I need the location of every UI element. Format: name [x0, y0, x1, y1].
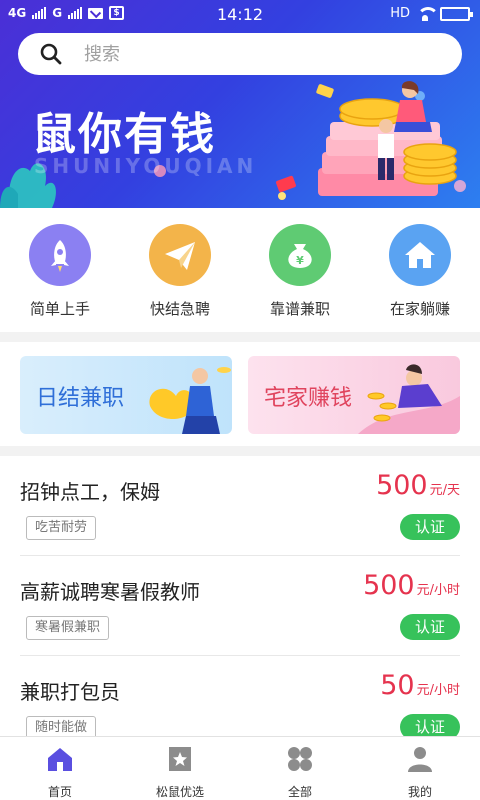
list-item[interactable]: 招钟点工，保姆 500 元/天 吃苦耐劳 认证	[20, 456, 460, 556]
tab-squirrel-picks[interactable]: 松鼠优选	[120, 743, 240, 799]
wifi-icon	[416, 6, 439, 21]
job-title: 高薪诚聘寒暑假教师	[20, 580, 200, 604]
promo-section: 日结兼职 宅家赚钱	[0, 342, 480, 446]
job-salary: 500 元/天	[376, 470, 460, 501]
salary-amount: 50	[380, 670, 415, 701]
star-icon	[169, 747, 191, 771]
banner[interactable]: 鼠你有钱 SHUNIYOUQIAN	[0, 76, 480, 208]
category-earn-at-home[interactable]: 在家躺赚	[360, 224, 480, 324]
salary-amount: 500	[363, 570, 415, 601]
salary-unit: 元/小时	[416, 683, 460, 698]
svg-text:¥: ¥	[296, 254, 304, 267]
job-title: 招钟点工，保姆	[20, 480, 160, 504]
tab-label: 松鼠优选	[155, 785, 204, 799]
promo-label: 日结兼职	[36, 386, 125, 411]
category-grid: 简单上手 快结急聘 ¥ 靠谱兼职 在家躺赚	[0, 208, 480, 332]
category-label: 在家躺赚	[389, 300, 450, 318]
tab-all[interactable]: 全部	[240, 743, 360, 799]
promo-earn-at-home-illustration	[358, 364, 460, 434]
job-list: 招钟点工，保姆 500 元/天 吃苦耐劳 认证 高薪诚聘寒暑假教师 500 元/小时…	[0, 456, 480, 736]
home-icon	[48, 748, 72, 771]
search-icon[interactable]	[40, 43, 62, 65]
category-label: 快结急聘	[149, 300, 210, 318]
promo-earn-at-home[interactable]: 宅家赚钱	[248, 356, 460, 434]
hd-label: HD	[390, 6, 410, 21]
salary-unit: 元/小时	[416, 583, 460, 598]
job-tag: 寒暑假兼职	[26, 616, 110, 640]
category-quick-hire[interactable]: 快结急聘	[120, 224, 240, 324]
search-input[interactable]	[84, 41, 444, 67]
list-item[interactable]: 高薪诚聘寒暑假教师 500 元/小时 寒暑假兼职 认证	[20, 556, 460, 656]
tab-profile[interactable]: 我的	[360, 743, 480, 799]
verified-badge: 认证	[400, 514, 460, 540]
header: 4G G $ 14:12 HD 搜索 鼠你有钱 SHUNIYOUQIAN	[0, 0, 480, 208]
paper-plane-icon	[149, 224, 211, 286]
bottom-nav: 首页 松鼠优选 全部 我的	[0, 736, 480, 800]
verified-badge: 认证	[400, 614, 460, 640]
grid-icon	[288, 747, 312, 771]
banner-subtitle: SHUNIYOUQIAN	[34, 154, 258, 178]
job-tag: 随时能做	[26, 716, 97, 736]
home-icon	[389, 224, 451, 286]
category-label: 简单上手	[29, 300, 90, 318]
job-salary: 50 元/小时	[380, 670, 460, 701]
status-bar: 4G G $ 14:12 HD	[0, 0, 480, 30]
category-easy-start[interactable]: 简单上手	[0, 224, 120, 324]
promo-daily-pay[interactable]: 日结兼职	[20, 356, 232, 434]
job-tag: 吃苦耐劳	[26, 516, 97, 540]
job-title: 兼职打包员	[20, 680, 120, 704]
battery-icon	[440, 6, 473, 21]
salary-amount: 500	[376, 470, 428, 501]
promo-label: 宅家赚钱	[264, 386, 353, 411]
promo-daily-pay-illustration	[149, 367, 231, 434]
tab-home[interactable]: 首页	[0, 743, 120, 799]
category-label: 靠谱兼职	[269, 300, 330, 318]
tab-label: 我的	[407, 785, 432, 799]
tab-label: 全部	[287, 785, 312, 799]
list-item[interactable]: 兼职打包员 50 元/小时 随时能做 认证	[20, 656, 460, 736]
category-reliable-parttime[interactable]: ¥ 靠谱兼职	[240, 224, 360, 324]
search-bar[interactable]	[18, 33, 462, 75]
banner-title: 鼠你有钱	[32, 109, 216, 160]
user-icon	[408, 747, 432, 772]
tab-label: 首页	[47, 785, 72, 799]
salary-unit: 元/天	[429, 483, 460, 498]
verified-badge: 认证	[400, 714, 460, 736]
money-bag-icon: ¥	[269, 224, 331, 286]
rocket-icon	[29, 224, 91, 286]
job-salary: 500 元/小时	[363, 570, 460, 601]
